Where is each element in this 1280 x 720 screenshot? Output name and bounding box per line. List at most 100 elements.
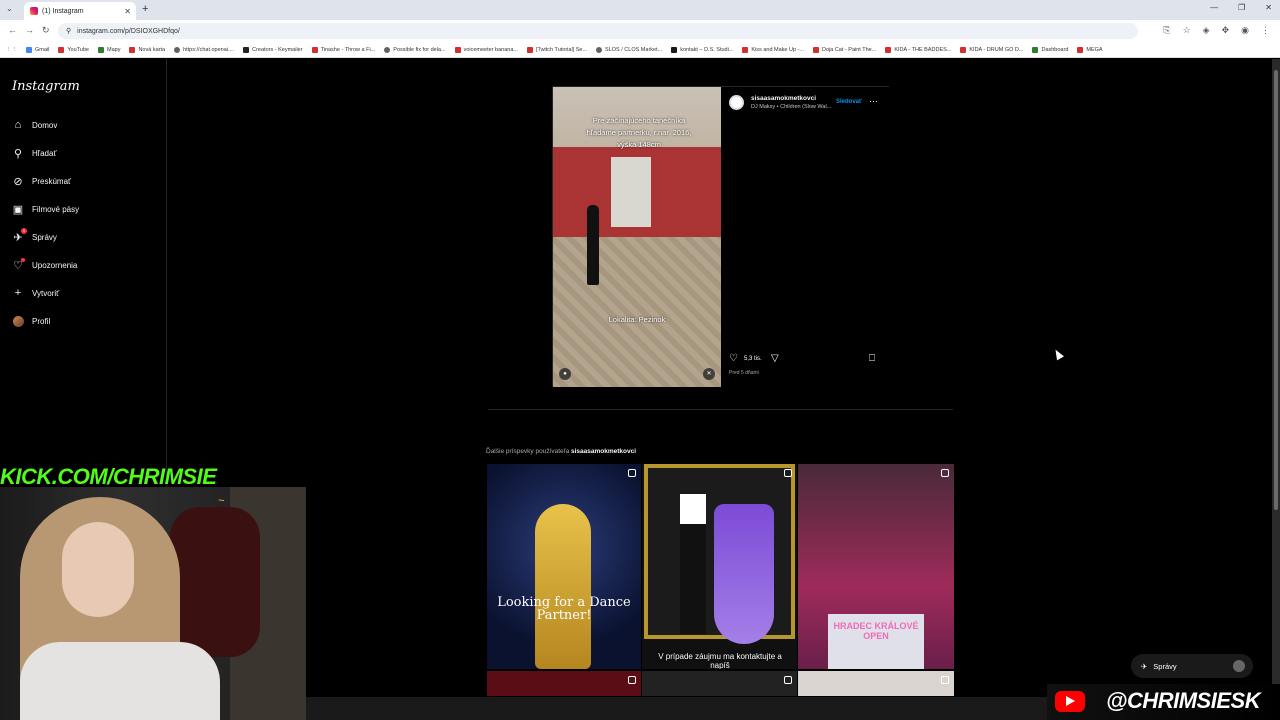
divider — [488, 409, 953, 410]
tab-search-icon[interactable]: ⌄ — [6, 4, 13, 13]
sidebar-item-messages[interactable]: ✈ 1 Správy — [12, 228, 57, 244]
bookmark[interactable]: SLOS / CLOS Market... — [596, 46, 662, 53]
sidebar-item-notifications[interactable]: ♡ Upozornenia — [12, 258, 77, 272]
bookmark[interactable]: voicemeeter banana... — [454, 46, 518, 53]
home-icon: ⌂ — [14, 119, 22, 131]
bookmark[interactable]: MEGA — [1077, 46, 1103, 53]
sidebar-item-explore[interactable]: ⊘ Preskúmať — [12, 175, 71, 188]
url-text: instagram.com/p/DSIOXGHDfqo/ — [77, 27, 180, 35]
tab-title: (1) Instagram — [42, 7, 84, 15]
site-info-icon[interactable]: ⚲ — [66, 27, 71, 35]
grid-post[interactable] — [798, 671, 954, 696]
more-options-icon[interactable]: ⋯ — [869, 96, 878, 107]
neon-sign-decor: ~ — [218, 495, 225, 507]
bookmark[interactable]: Doja Cat - Paint The... — [813, 46, 876, 53]
explore-icon: ⊘ — [13, 175, 23, 188]
grid-post-text: V prípade záujmu ma kontaktujte a napíš — [658, 652, 782, 669]
bookmark-star-icon[interactable]: ☆ — [1183, 25, 1191, 36]
bookmark[interactable]: Nová karta — [129, 46, 165, 53]
bookmark[interactable]: Kiss and Make Up -... — [742, 46, 804, 53]
heart-icon: ♡ — [12, 258, 25, 272]
mute-icon[interactable]: ✕ — [703, 368, 715, 380]
tagged-user-icon[interactable]: ● — [559, 368, 571, 380]
address-bar[interactable]: ⚲ instagram.com/p/DSIOXGHDfqo/ — [58, 23, 1138, 39]
more-posts-username[interactable]: sisaasamokmetkovci — [571, 448, 636, 455]
grid-post[interactable] — [642, 671, 797, 696]
messages-icon: ✈ 1 — [13, 228, 27, 244]
bookmark[interactable]: Creators - Keymailer — [243, 46, 303, 53]
address-bar-row: ← → ↻ ⚲ instagram.com/p/DSIOXGHDfqo/ ⎘ ☆… — [0, 20, 1280, 42]
search-icon: ⚲ — [13, 147, 23, 160]
bookmark[interactable]: kontakt – D.S. Studi... — [671, 46, 733, 53]
menu-icon[interactable]: ⋮ — [1261, 25, 1270, 36]
extension-shield-icon[interactable]: ◈ — [1203, 25, 1210, 36]
bookmark[interactable]: Possible fix for dela... — [384, 46, 446, 53]
kick-channel-label: KICK.COM/CHRIMSIE — [0, 464, 217, 489]
bookmark[interactable]: https://chat.openai.... — [174, 46, 234, 53]
bookmark[interactable]: Dashboard — [1032, 46, 1068, 53]
save-icon[interactable]: ⎕ — [869, 353, 875, 364]
grid-post-text: Looking for a Dance Partner! — [497, 595, 631, 623]
grid-post[interactable]: V prípade záujmu ma kontaktujte a napíš — [642, 464, 797, 669]
bookmark[interactable]: [Twitch Tutorial] Se... — [527, 46, 587, 53]
post-details: sisaasamokmetkovci DJ Maksy • Children (… — [721, 87, 889, 387]
post-audio[interactable]: DJ Maksy • Children (Slow Wal... — [751, 104, 831, 110]
bookmark[interactable]: Tinashe - Throw a Fi... — [311, 46, 375, 53]
minimize-icon[interactable]: — — [1210, 3, 1218, 12]
forward-icon[interactable]: → — [25, 25, 34, 35]
avatar[interactable] — [729, 95, 744, 110]
grid-post[interactable] — [487, 671, 641, 696]
browser-tab[interactable]: (1) Instagram ✕ — [24, 2, 136, 20]
post-card: Pre začínajúceho tanečníka hľadáme partn… — [552, 86, 889, 387]
browser-tab-strip: ⌄ (1) Instagram ✕ + — ❐ ✕ — [0, 0, 1280, 20]
profile-icon[interactable]: ◉ — [1241, 25, 1249, 36]
avatar — [12, 315, 24, 327]
close-window-icon[interactable]: ✕ — [1265, 3, 1272, 12]
youtube-handle: @CHRIMSIESK — [1106, 688, 1261, 713]
sidebar-item-search[interactable]: ⚲ Hľadať — [12, 147, 57, 160]
bookmark[interactable]: Gmail — [26, 46, 49, 53]
reload-icon[interactable]: ↻ — [42, 25, 50, 36]
sidebar-item-create[interactable]: + Vytvoriť — [12, 287, 59, 299]
back-icon[interactable]: ← — [8, 25, 17, 35]
video-location: Lokalita: Pezinok — [608, 315, 666, 324]
like-count[interactable]: 5,3 tis. — [744, 356, 762, 362]
video-caption: Pre začínajúceho tanečníka hľadáme partn… — [586, 116, 692, 149]
apps-icon[interactable]: ⋮⋮ — [6, 47, 17, 53]
scrollbar-thumb[interactable] — [1274, 70, 1278, 510]
messages-icon: ✈ — [1141, 661, 1148, 671]
sidebar-item-profile[interactable]: Profil — [12, 315, 50, 327]
share-icon[interactable]: ▽ — [771, 353, 779, 364]
grid-post[interactable]: HRADEC KRÁLOVÉ OPEN — [798, 464, 954, 669]
new-tab-button[interactable]: + — [142, 3, 148, 15]
post-username[interactable]: sisaasamokmetkovci — [751, 95, 816, 102]
carousel-icon — [628, 676, 636, 684]
youtube-play-icon — [1066, 696, 1075, 706]
bookmark[interactable]: KIDA - THE BADDES... — [885, 46, 951, 53]
unread-badge: 1 — [21, 228, 27, 234]
sidebar-item-reels[interactable]: ▣ Filmové pásy — [12, 203, 79, 216]
install-icon[interactable]: ⎘ — [1163, 25, 1170, 36]
instagram-logo[interactable]: Instagram — [12, 79, 80, 94]
bookmark[interactable]: KIDA - DRUM GO D... — [960, 46, 1023, 53]
avatar — [1233, 660, 1245, 672]
like-icon[interactable]: ♡ — [729, 353, 738, 364]
maximize-icon[interactable]: ❐ — [1238, 3, 1245, 12]
more-posts-grid: Looking for a Dance Partner! V prípade z… — [487, 464, 954, 696]
bookmark[interactable]: YouTube — [58, 46, 89, 53]
follow-button[interactable]: Sledovať — [836, 99, 862, 105]
sidebar-item-home[interactable]: ⌂ Domov — [12, 119, 58, 131]
close-tab-icon[interactable]: ✕ — [124, 7, 131, 16]
grid-post[interactable]: Looking for a Dance Partner! — [487, 464, 641, 669]
carousel-icon — [941, 676, 949, 684]
instagram-favicon-icon — [30, 7, 38, 15]
extensions-icon[interactable]: ✥ — [1222, 25, 1230, 36]
bookmark[interactable]: Mapy — [98, 46, 120, 53]
dancer-figure — [587, 205, 599, 285]
bookmarks-bar: ⋮⋮ Gmail YouTube Mapy Nová karta https:/… — [0, 42, 1280, 58]
post-date: Pred 5 dňami — [729, 370, 759, 376]
post-video[interactable]: Pre začínajúceho tanečníka hľadáme partn… — [553, 87, 721, 387]
reel-icon — [784, 676, 792, 684]
reels-icon: ▣ — [12, 203, 24, 216]
messages-popup-button[interactable]: ✈ Správy — [1131, 654, 1253, 678]
